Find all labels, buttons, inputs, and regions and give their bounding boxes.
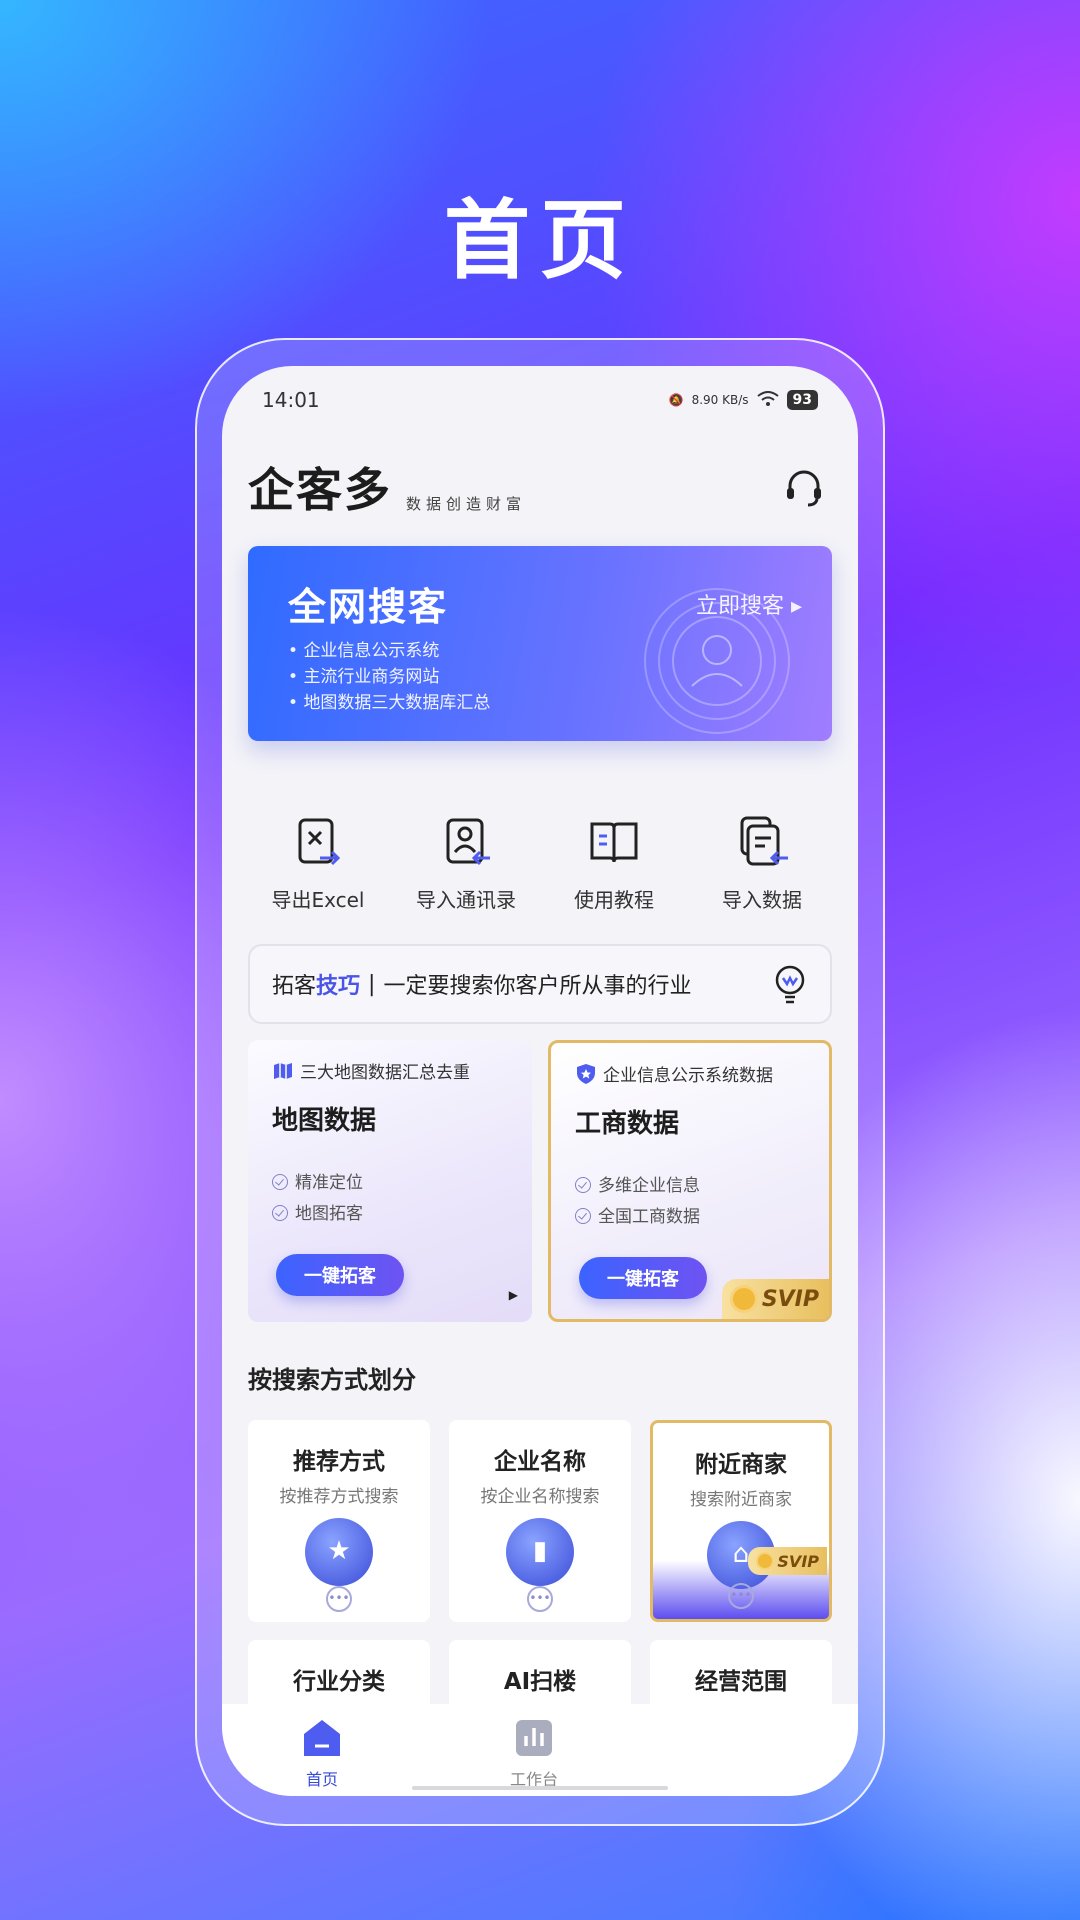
- category-title: AI扫楼: [503, 1669, 577, 1695]
- feature-point: 全国工商数据: [575, 1202, 700, 1233]
- promo-headline: 首页: [444, 191, 636, 291]
- feature-points: 精准定位 地图拓客: [272, 1168, 363, 1230]
- quick-action-export-excel[interactable]: 导出Excel: [248, 814, 388, 924]
- lightbulb-icon: [775, 965, 805, 1004]
- tip-separator: |: [368, 971, 376, 997]
- category-title: 行业分类: [293, 1669, 385, 1695]
- quick-action-label: 导入数据: [722, 888, 802, 912]
- more-icon[interactable]: •••: [326, 1586, 352, 1612]
- category-title: 经营范围: [695, 1669, 787, 1695]
- crown-coin-icon: [756, 1552, 775, 1570]
- category-title: 推荐方式: [293, 1449, 385, 1475]
- radar-user-icon: [644, 588, 790, 734]
- banner-item: 企业信息公示系统: [288, 638, 490, 664]
- check-circle-icon: [575, 1177, 591, 1193]
- more-icon[interactable]: •••: [527, 1586, 553, 1612]
- svip-badge: SVIP: [721, 1279, 829, 1319]
- category-subtitle: 按企业名称搜索: [480, 1487, 600, 1507]
- category-company-name[interactable]: 企业名称 按企业名称搜索 ▮ •••: [449, 1420, 631, 1622]
- tip-accent: 技巧: [316, 974, 361, 999]
- home-icon: [304, 1720, 340, 1756]
- category-recommend[interactable]: 推荐方式 按推荐方式搜索 ★ •••: [248, 1420, 430, 1622]
- play-icon: ▶: [508, 1288, 518, 1302]
- check-circle-icon: [272, 1174, 288, 1190]
- battery-level: 93: [786, 390, 818, 410]
- category-subtitle: 搜索附近商家: [690, 1490, 792, 1510]
- building-icon: ▮: [506, 1518, 574, 1586]
- tip-text: 一定要搜索你客户所从事的行业: [383, 974, 692, 999]
- status-bar: 14:01 🔕 8.90 KB/s 93: [262, 380, 818, 420]
- category-title: 企业名称: [494, 1449, 586, 1475]
- quick-action-import-data[interactable]: 导入数据: [692, 814, 832, 924]
- star-icon: ★: [305, 1518, 373, 1586]
- category-title: 附近商家: [695, 1452, 787, 1478]
- phone-screen: 14:01 🔕 8.90 KB/s 93 企客多 数据创造财富 全网搜客 立即搜…: [222, 366, 858, 1796]
- feature-card-business-data[interactable]: 企业信息公示系统数据 工商数据 多维企业信息 全国工商数据 一键拓客 SVIP: [548, 1040, 832, 1322]
- customer-service-icon[interactable]: [782, 466, 826, 510]
- feature-title: 工商数据: [575, 1109, 680, 1139]
- feature-point: 地图拓客: [272, 1199, 363, 1230]
- category-subtitle: 按推荐方式搜索: [279, 1487, 399, 1507]
- app-slogan: 数据创造财富: [406, 495, 527, 513]
- status-time: 14:01: [262, 388, 320, 412]
- bottom-tab-bar: 首页 工作台: [222, 1704, 858, 1796]
- banner-title: 全网搜客: [288, 585, 449, 629]
- book-icon: [590, 822, 638, 863]
- business-search-button[interactable]: 一键拓客: [579, 1257, 707, 1299]
- mute-icon: 🔕: [668, 393, 684, 407]
- feature-title: 地图数据: [272, 1106, 377, 1136]
- banner-item: 主流行业商务网站: [288, 664, 490, 690]
- home-indicator[interactable]: [412, 1786, 668, 1790]
- contacts-import-icon: [446, 818, 490, 866]
- tip-bar[interactable]: 拓客 技巧 | 一定要搜索你客户所从事的行业: [248, 944, 832, 1024]
- feature-point: 精准定位: [272, 1168, 363, 1199]
- search-banner[interactable]: 全网搜客 立即搜客 ▸ 企业信息公示系统 主流行业商务网站 地图数据三大数据库汇…: [248, 546, 832, 741]
- tab-home[interactable]: 首页: [262, 1716, 382, 1790]
- category-ai-scan[interactable]: AI扫楼: [449, 1640, 631, 1710]
- category-business-scope[interactable]: 经营范围: [650, 1640, 832, 1710]
- check-circle-icon: [575, 1208, 591, 1224]
- map-search-button[interactable]: 一键拓客: [276, 1254, 404, 1296]
- tab-label: 首页: [305, 1770, 338, 1789]
- tab-workbench[interactable]: 工作台: [474, 1716, 594, 1790]
- feature-tag: 三大地图数据汇总去重: [272, 1058, 470, 1083]
- wifi-icon: [756, 390, 779, 410]
- svip-badge: SVIP: [748, 1547, 827, 1575]
- net-speed: 8.90 KB/s: [691, 393, 749, 407]
- excel-export-icon: [298, 818, 341, 866]
- chart-icon: [516, 1720, 552, 1756]
- feature-tag: 企业信息公示系统数据: [575, 1061, 773, 1086]
- feature-tag-text: 企业信息公示系统数据: [603, 1066, 773, 1086]
- quick-action-tutorial[interactable]: 使用教程: [544, 814, 684, 924]
- quick-action-import-contacts[interactable]: 导入通讯录: [396, 814, 536, 924]
- section-title: 按搜索方式划分: [248, 1366, 416, 1394]
- feature-card-map-data[interactable]: 三大地图数据汇总去重 地图数据 精准定位 地图拓客 一键拓客 ▶: [248, 1040, 532, 1322]
- category-nearby[interactable]: 附近商家 搜索附近商家 ⌂ SVIP •••: [650, 1420, 832, 1622]
- quick-action-label: 导出Excel: [271, 888, 365, 912]
- check-circle-icon: [272, 1205, 288, 1221]
- banner-list: 企业信息公示系统 主流行业商务网站 地图数据三大数据库汇总: [288, 638, 490, 716]
- feature-points: 多维企业信息 全国工商数据: [575, 1171, 700, 1233]
- feature-tag-text: 三大地图数据汇总去重: [300, 1063, 470, 1083]
- crown-coin-icon: [729, 1285, 758, 1313]
- app-header: 企客多 数据创造财富: [248, 450, 832, 520]
- quick-actions: 导出Excel 导入通讯录 使用教程 导入数据: [248, 814, 832, 924]
- tip-prefix: 拓客: [272, 974, 317, 999]
- data-import-icon: [740, 816, 788, 866]
- quick-action-label: 导入通讯录: [416, 888, 516, 912]
- category-industry[interactable]: 行业分类: [248, 1640, 430, 1710]
- map-icon: [274, 1062, 292, 1079]
- banner-item: 地图数据三大数据库汇总: [288, 690, 490, 716]
- feature-point: 多维企业信息: [575, 1171, 700, 1202]
- status-icons: 🔕 8.90 KB/s 93: [669, 390, 818, 410]
- shield-star-icon: [577, 1063, 595, 1084]
- app-title: 企客多: [248, 463, 392, 517]
- quick-action-label: 使用教程: [574, 888, 654, 912]
- more-icon[interactable]: •••: [728, 1583, 754, 1609]
